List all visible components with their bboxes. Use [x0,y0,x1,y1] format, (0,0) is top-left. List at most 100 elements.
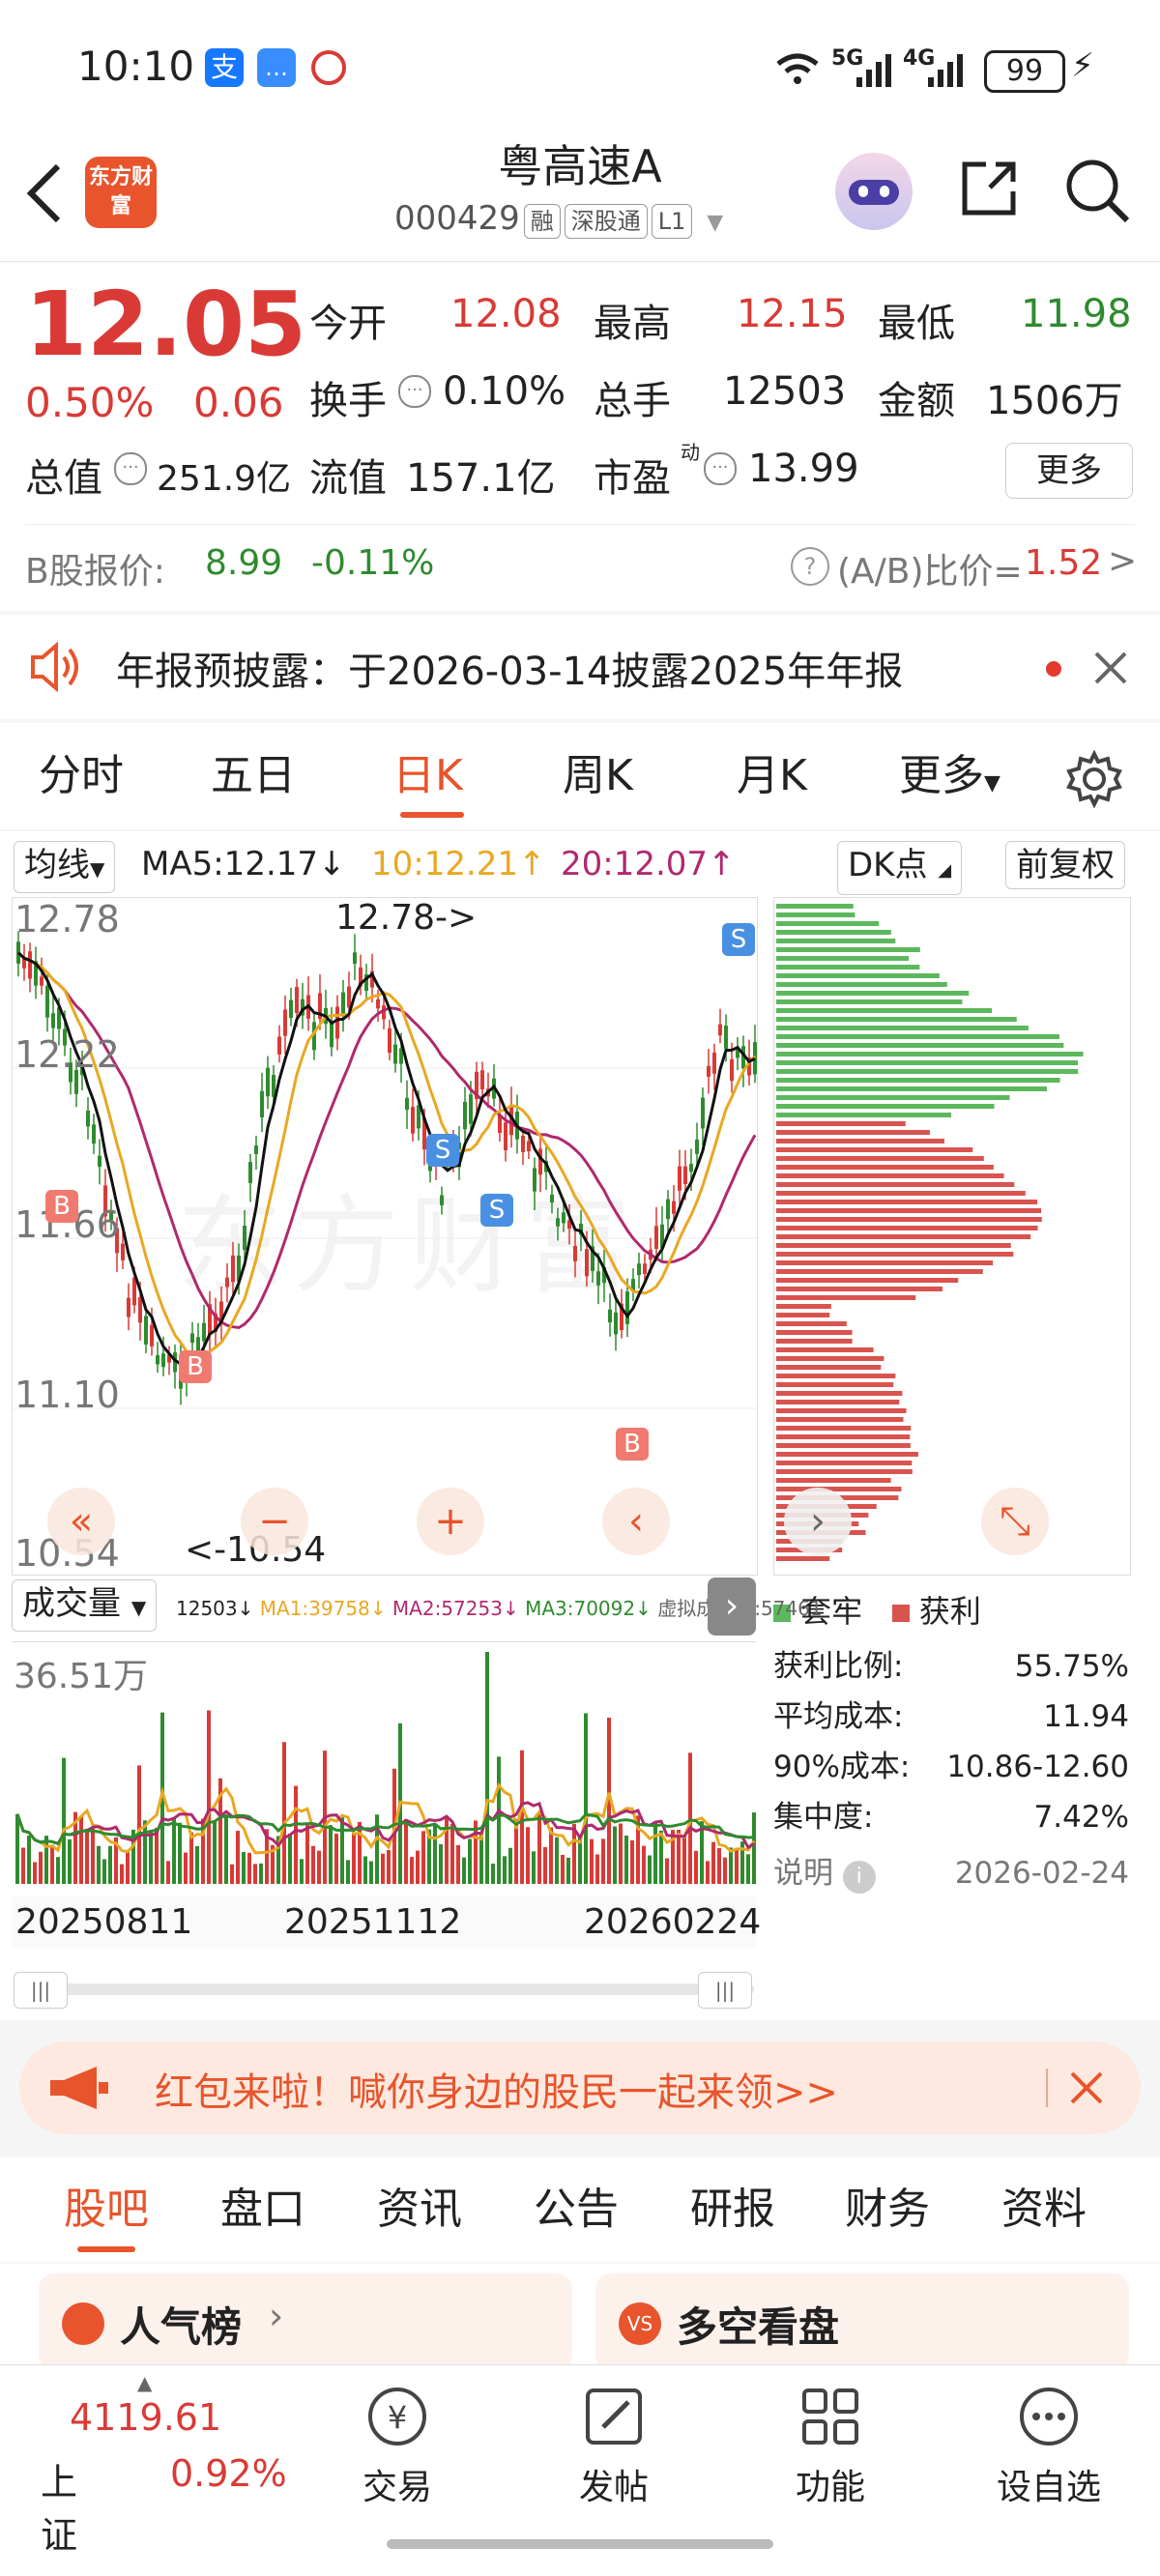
range-handle-left[interactable]: ||| [14,1972,68,2009]
close-icon[interactable] [1092,650,1129,686]
status-bar: 10:10 支 … 5G 4G 99 ⚡ [0,0,1160,135]
chip-bar [776,1234,1031,1239]
svg-text:¥: ¥ [388,2399,407,2436]
nav-post[interactable]: 发帖 [541,2383,686,2509]
announcement-bar[interactable]: 年报预披露：于2026-03-14披露2025年年报 [0,615,1160,719]
market-cap-info-icon[interactable]: ··· [114,452,147,485]
tab-news[interactable]: 资讯 [377,2157,462,2262]
chip-bar [776,1391,903,1396]
tab-financials[interactable]: 财务 [845,2157,930,2262]
range-slider-track[interactable] [14,1983,754,1995]
range-handle-right[interactable]: ||| [698,1972,752,2009]
tab-five-day[interactable]: 五日 [211,723,296,829]
tab-announcements[interactable]: 公告 [534,2157,619,2262]
chip-bar [776,1382,894,1387]
current-price: 12.05 [25,273,307,376]
volume-bar [421,1831,425,1884]
bull-bear-card[interactable]: VS 多空看盘 [595,2273,1129,2370]
chip-bar [776,1034,1059,1039]
nav-trade[interactable]: ¥ 交易 [325,2383,470,2509]
search-icon[interactable] [1063,157,1131,224]
volume-select[interactable]: 成交量 ▼ [12,1579,158,1632]
chip-bar [776,1113,952,1117]
help-icon[interactable]: ? [791,547,829,586]
chip-stat-value: 7.42% [1033,1800,1129,1835]
candle [614,1312,618,1335]
close-icon[interactable] [1069,2070,1104,2105]
volume-bar [137,1765,141,1884]
nav-functions[interactable]: 功能 [758,2383,903,2509]
chip-bar [776,1408,907,1413]
back-icon[interactable] [23,162,66,224]
signal-4g-icon [928,54,963,87]
trade-icon: ¥ [368,2388,426,2446]
volume-bar [207,1710,211,1884]
tab-weekly-k[interactable]: 周K [563,723,633,829]
adjust-button[interactable]: 前复权 [1005,841,1125,889]
volume-bar [642,1845,646,1884]
chevron-right-icon[interactable]: › [708,1577,756,1635]
volume-bar [282,1742,286,1884]
chip-distribution[interactable]: › ⤡ [773,897,1131,1576]
promo-banner[interactable]: 红包来啦！喊你身边的股民一起来领>> [19,2041,1141,2134]
open-label: 今开 [309,302,387,346]
volume-bar [648,1855,652,1884]
chip-bar [776,947,920,952]
high-value: 12.15 [737,292,848,336]
sell-marker[interactable]: S [722,923,755,956]
volume-bar [624,1835,628,1884]
tab-active-indicator [400,812,464,818]
buy-marker[interactable]: B [616,1428,649,1461]
scroll-left-icon[interactable]: ‹ [602,1488,670,1555]
zoom-out-icon[interactable]: − [241,1488,308,1555]
gear-icon[interactable] [1065,750,1123,808]
chip-bar [776,939,896,943]
vs-icon: VS [619,2302,661,2345]
share-icon[interactable] [957,157,1021,220]
tab-monthly-k[interactable]: 月K [737,723,807,829]
chip-bar [776,1417,904,1422]
y-tick-2: 12.22 [14,1033,120,1076]
zoom-in-icon[interactable]: + [417,1488,484,1555]
announcement-text: 年报预披露：于2026-03-14披露2025年年报 [116,650,904,694]
chevron-down-icon[interactable]: ▼ [707,211,723,235]
nav-add-watchlist[interactable]: 设自选 [976,2383,1121,2509]
scroll-left-fast-icon[interactable]: « [47,1488,115,1555]
turnover-info-icon[interactable]: ··· [398,375,431,408]
assistant-robot-icon[interactable] [835,153,913,230]
volume-bar [311,1845,315,1884]
tab-more[interactable]: 更多▼ [899,723,1000,837]
tab-intraday[interactable]: 分时 [39,723,124,829]
dk-point-button[interactable]: DK点 ◢ [837,841,963,895]
kline-chart[interactable]: 东方财富 12.78 12.22 11.66 11.10 10.54 12.78… [12,897,758,1576]
candle [260,1090,264,1117]
chevron-right-icon: › [269,2295,284,2337]
chip-note-row[interactable]: 说明 i 2026-02-24 [773,1848,1129,1898]
popularity-card[interactable]: 人气榜 › [39,2273,572,2370]
volume-chart[interactable]: 36.51万 [12,1641,756,1903]
tab-profile[interactable]: 资料 [1001,2157,1087,2262]
candle [225,1277,229,1288]
tab-order-book[interactable]: 盘口 [220,2157,305,2262]
chip-svg [776,904,1084,1561]
sell-marker[interactable]: S [480,1194,513,1227]
indicator-select[interactable]: 均线▼ [14,841,116,893]
more-button[interactable]: 更多 [1005,443,1133,499]
volume-bar [334,1834,338,1884]
chevron-right-icon[interactable]: > [1108,541,1137,581]
volume-bar [462,1857,466,1884]
y-tick-4: 11.10 [14,1374,120,1416]
amount-value: 1506万 [986,379,1123,423]
chip-stat-label: 集中度: [773,1800,874,1835]
candle [353,952,357,964]
sell-marker[interactable]: S [426,1134,459,1167]
buy-marker[interactable]: B [45,1190,78,1223]
tab-research[interactable]: 研报 [690,2157,775,2262]
pe-info-icon[interactable]: ··· [704,452,737,485]
volume-bar [659,1830,663,1884]
chevron-right-icon[interactable]: › [784,1488,852,1555]
buy-marker[interactable]: B [179,1350,212,1383]
volume-bar [682,1836,686,1884]
open-value: 12.08 [450,292,562,336]
expand-icon[interactable]: ⤡ [981,1488,1049,1555]
